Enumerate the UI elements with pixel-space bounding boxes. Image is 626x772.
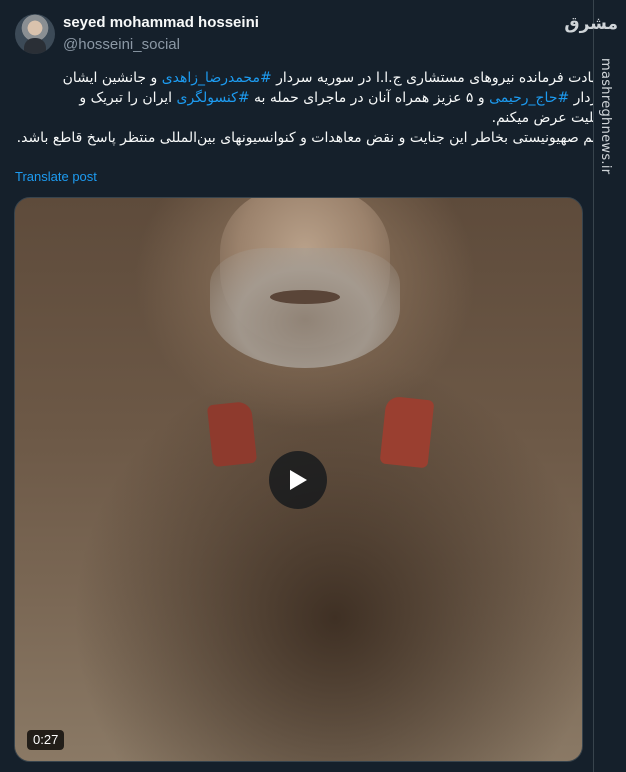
- uniform-collar-right: [379, 395, 435, 469]
- tweet-text-segment: شهادت فرمانده نیروهای مستشاری ج.ا.ا در س…: [271, 70, 610, 86]
- author-handle[interactable]: @hosseini_social: [63, 35, 259, 55]
- tweet-line-3: تسلیت عرض میکنم.: [491, 110, 610, 126]
- uniform-collar-left: [206, 400, 258, 468]
- tweet-header: seyed mohammad hosseini @hosseini_social: [15, 13, 259, 55]
- play-button[interactable]: [269, 451, 327, 509]
- tweet-line-2: سردار #حاج_رحیمی و ۵ عزیز همراه آنان در …: [14, 88, 610, 108]
- author-display-name[interactable]: seyed mohammad hosseini: [63, 13, 259, 33]
- watermark-logo: مشرق: [564, 14, 618, 34]
- hashtag-zahedi[interactable]: #محمدرضا_زاهدی: [162, 70, 272, 86]
- hashtag-rahimi[interactable]: #حاج_رحیمی: [489, 90, 569, 106]
- tweet-line-4: رژیم صهیونیستی بخاطر این جنایت و نقض معا…: [16, 130, 610, 146]
- hashtag-consulate[interactable]: #کنسولگری: [177, 90, 250, 106]
- translate-post-link[interactable]: Translate post: [15, 169, 97, 184]
- thumbnail-mouth: [270, 290, 340, 304]
- tweet-page: seyed mohammad hosseini @hosseini_social…: [0, 0, 626, 772]
- tweet-line-1: شهادت فرمانده نیروهای مستشاری ج.ا.ا در س…: [14, 68, 610, 88]
- author-names: seyed mohammad hosseini @hosseini_social: [63, 13, 259, 55]
- avatar[interactable]: [15, 14, 55, 54]
- video-player[interactable]: 0:27: [14, 197, 583, 762]
- video-duration: 0:27: [27, 730, 65, 750]
- tweet-text: شهادت فرمانده نیروهای مستشاری ج.ا.ا در س…: [14, 68, 610, 148]
- play-icon: [290, 470, 307, 490]
- tweet-text-segment: ایران را تبریک و: [79, 90, 177, 106]
- tweet-text-segment: و جانشین ایشان: [62, 70, 162, 86]
- watermark-strip: مشرق mashreghnews.ir: [564, 0, 626, 772]
- tweet-text-segment: و ۵ عزیز همراه آنان در ماجرای حمله به: [249, 90, 490, 106]
- thumbnail-beard: [210, 248, 400, 368]
- watermark-site: mashreghnews.ir: [598, 58, 613, 175]
